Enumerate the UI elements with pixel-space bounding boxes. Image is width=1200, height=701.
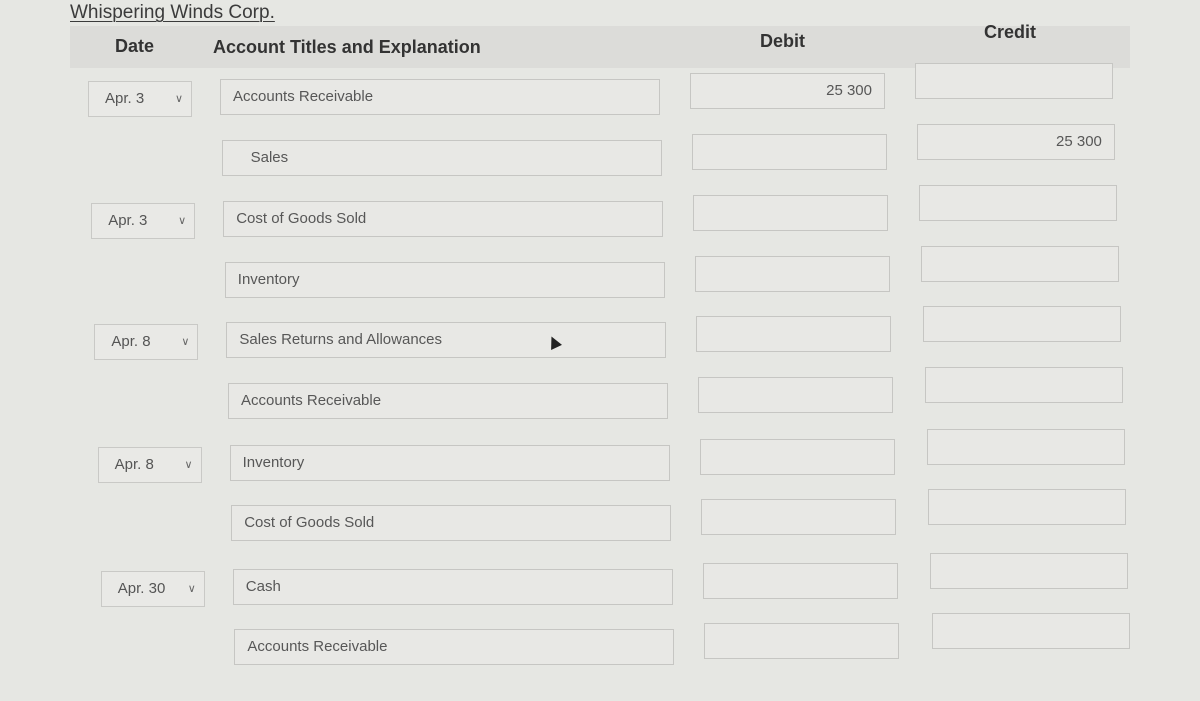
- date-select[interactable]: Apr. 8 ∨: [97, 447, 202, 483]
- credit-input[interactable]: [915, 63, 1113, 99]
- date-value: Apr. 3: [105, 90, 145, 107]
- date-value: Apr. 8: [111, 333, 151, 350]
- date-select[interactable]: Apr. 30 ∨: [100, 571, 205, 607]
- date-value: Apr. 3: [108, 212, 148, 229]
- chevron-down-icon: ∨: [174, 93, 183, 105]
- credit-input[interactable]: [924, 367, 1123, 403]
- account-title-input[interactable]: Accounts Receivable: [228, 383, 668, 419]
- chevron-down-icon: ∨: [184, 459, 193, 471]
- credit-input[interactable]: [928, 489, 1127, 525]
- debit-input[interactable]: [693, 195, 889, 231]
- chevron-down-icon: ∨: [178, 215, 187, 227]
- account-title-input[interactable]: Cost of Goods Sold: [231, 505, 672, 541]
- debit-input[interactable]: 25 300: [690, 73, 885, 109]
- credit-input[interactable]: [920, 246, 1119, 282]
- account-title-input[interactable]: Accounts Receivable: [220, 79, 660, 115]
- date-value: Apr. 30: [117, 580, 166, 597]
- header-date: Date: [115, 36, 155, 56]
- credit-input[interactable]: [918, 185, 1117, 221]
- account-title-input[interactable]: Inventory: [229, 445, 670, 481]
- date-value: Apr. 8: [114, 456, 154, 473]
- debit-input[interactable]: [698, 377, 893, 413]
- debit-input[interactable]: [704, 623, 900, 659]
- chevron-down-icon: ∨: [187, 583, 196, 595]
- credit-input[interactable]: [930, 553, 1129, 589]
- account-title-input[interactable]: Accounts Receivable: [234, 629, 675, 665]
- credit-input[interactable]: [926, 429, 1125, 465]
- header-debit: Debit: [760, 31, 805, 51]
- chevron-down-icon: ∨: [181, 336, 190, 348]
- header-credit: Credit: [984, 22, 1037, 42]
- credit-input[interactable]: 25 300: [916, 124, 1115, 160]
- account-title-input[interactable]: Inventory: [224, 262, 665, 298]
- credit-input[interactable]: [922, 306, 1121, 342]
- debit-input[interactable]: [694, 256, 890, 292]
- debit-input[interactable]: [701, 499, 897, 535]
- account-title-input[interactable]: Sales Returns and Allowances: [226, 322, 667, 358]
- date-select[interactable]: Apr. 3 ∨: [91, 203, 196, 239]
- account-title-input[interactable]: Cost of Goods Sold: [223, 201, 664, 237]
- account-title-input[interactable]: Sales: [221, 140, 662, 176]
- debit-input[interactable]: [696, 316, 892, 352]
- credit-input[interactable]: [932, 613, 1131, 649]
- company-name: Whispering Winds Corp.: [70, 2, 275, 23]
- date-select[interactable]: Apr. 3 ∨: [88, 81, 192, 117]
- header-account: Account Titles and Explanation: [213, 37, 481, 57]
- debit-input[interactable]: [699, 439, 895, 475]
- account-title-input[interactable]: Cash: [232, 569, 673, 605]
- debit-input[interactable]: [702, 563, 898, 599]
- date-select[interactable]: Apr. 8 ∨: [94, 324, 199, 360]
- debit-input[interactable]: [691, 134, 887, 170]
